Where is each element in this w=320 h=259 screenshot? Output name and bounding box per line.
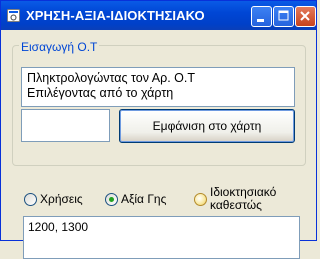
app-icon	[7, 9, 20, 22]
radio-unchecked-icon[interactable]	[194, 193, 207, 206]
close-button[interactable]	[295, 6, 316, 27]
list-item[interactable]: Πληκτρολογώντας τον Αρ. Ο.Τ	[22, 71, 294, 86]
radio-label: Ιδιοκτησιακό καθεστώς	[210, 185, 277, 212]
list-item[interactable]: Επιλέγοντας από το χάρτη	[22, 86, 294, 101]
close-icon	[300, 11, 310, 21]
maximize-button[interactable]	[273, 6, 294, 27]
input-method-list[interactable]: Πληκτρολογώντας τον Αρ. Ο.Τ Επιλέγοντας …	[21, 67, 295, 107]
radio-unchecked-icon[interactable]	[24, 193, 37, 206]
group-legend: Εισαγωγή Ο.Τ	[19, 40, 100, 54]
radio-label: Χρήσεις	[40, 192, 83, 206]
ot-number-input[interactable]	[21, 109, 110, 142]
show-on-map-button[interactable]: Εμφάνιση στο χάρτη	[119, 109, 295, 143]
radio-checked-icon[interactable]	[105, 193, 118, 206]
list-item[interactable]: 1200, 1300	[24, 217, 299, 234]
radio-label: Αξία Γης	[121, 192, 167, 206]
window-content: Εισαγωγή Ο.Τ Πληκτρολογώντας τον Αρ. Ο.Τ…	[4, 30, 313, 259]
window-title: ΧΡΗΣΗ-ΑΞΙΑ-ΙΔΙΟΚΤΗΣΙΑΚΟ	[26, 8, 205, 23]
results-list[interactable]: 1200, 1300	[23, 216, 300, 259]
minimize-button[interactable]	[251, 6, 272, 27]
title-bar[interactable]: ΧΡΗΣΗ-ΑΞΙΑ-ΙΔΙΟΚΤΗΣΙΑΚΟ	[1, 1, 316, 30]
app-window: ΧΡΗΣΗ-ΑΞΙΑ-ΙΔΙΟΚΤΗΣΙΑΚΟ Εισαγωγή Ο.Τ Πλη…	[0, 0, 317, 259]
maximize-icon	[278, 10, 289, 21]
minimize-icon	[257, 19, 264, 22]
